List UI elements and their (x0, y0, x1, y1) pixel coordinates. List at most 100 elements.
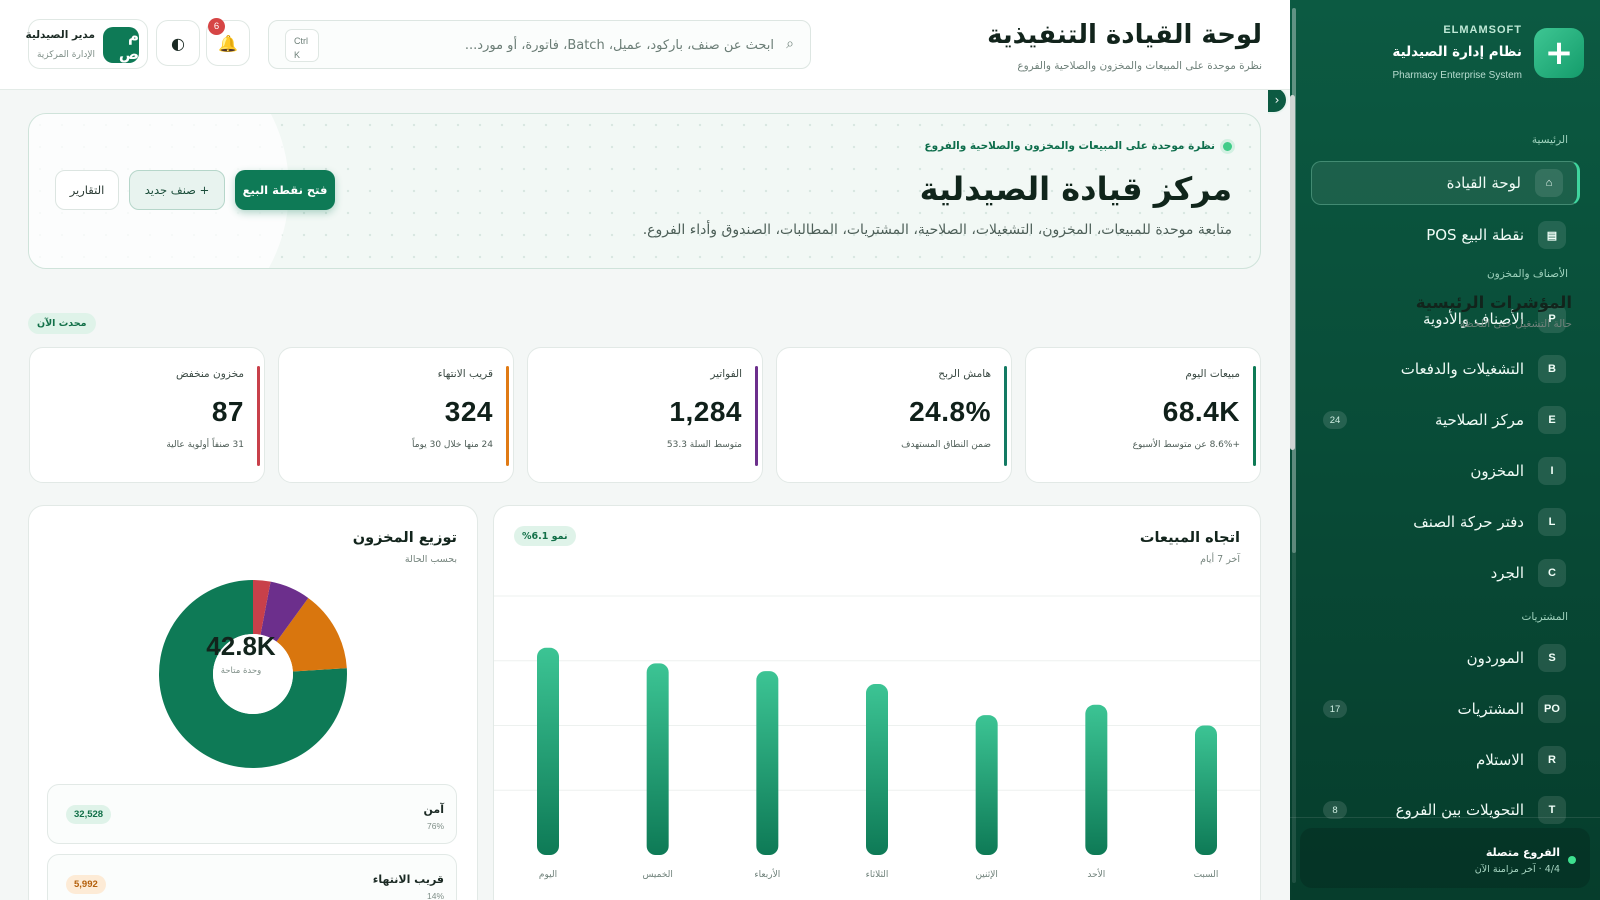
sidebar-item-inventory[interactable]: I المخزون (1311, 449, 1580, 493)
search-placeholder: ابحث عن صنف، باركود، عميل، Batch، فاتورة… (464, 38, 774, 53)
hero-title: مركز قيادة الصيدلية (919, 170, 1232, 208)
legend-value: 32,528 (66, 805, 112, 824)
branch-status: الفروع متصلة 4/4 · آخر مزامنة الآن (1300, 828, 1590, 888)
sidebar-divider (1290, 817, 1600, 818)
donut-total-label: وحدة متاحة (220, 666, 262, 676)
legend-item[interactable]: قريب الانتهاء 14% 5,992 (47, 854, 457, 900)
branch-status-title: الفروع متصلة (1485, 846, 1560, 859)
register-icon: ▤ (1538, 221, 1566, 249)
sidebar-item-label: دفتر حركة الصنف (1413, 513, 1524, 531)
sidebar-section-purchases: المشتريات (1521, 611, 1568, 623)
hero-chip: نظرة موحدة على المبيعات والمخزون والصلاح… (924, 140, 1232, 152)
bar-2 (1085, 704, 1108, 855)
kpi-subtext: ضمن النطاق المستهدف (901, 440, 991, 450)
sidebar-item-purchases[interactable]: PO المشتريات 17 (1311, 687, 1580, 731)
sidebar-item-batches[interactable]: B التشغيلات والدفعات (1311, 347, 1580, 391)
bar-3 (975, 715, 998, 855)
chevron-left-icon[interactable]: ‹ (1268, 86, 1288, 114)
kpi-subtext: 24 منها خلال 30 يوماً (412, 440, 493, 450)
donut-center: 42.8K وحدة متاحة (181, 631, 301, 711)
sidebar-item-transfers[interactable]: T التحويلات بين الفروع 8 (1311, 788, 1580, 832)
notifications-button[interactable]: 🔔 6 (206, 18, 250, 66)
hero-description: متابعة موحدة للمبيعات، المخزون، التشغيلا… (642, 222, 1232, 238)
sidebar-item-suppliers[interactable]: S الموردون (1311, 636, 1580, 680)
sidebar-item-label: المشتريات (1457, 700, 1524, 718)
search-input[interactable]: ⌕ ابحث عن صنف، باركود، عميل، Batch، فاتو… (268, 20, 811, 69)
main-scrollbar[interactable] (1290, 95, 1295, 450)
kpi-accent (257, 366, 260, 466)
kpi-card-margin[interactable]: هامش الربح 24.8% ضمن النطاق المستهدف (776, 347, 1012, 483)
ledger-icon: L (1538, 508, 1566, 536)
status-dot-icon (1223, 141, 1232, 151)
kpi-card-invoices[interactable]: الفواتير 1,284 متوسط السلة 53.3 (527, 347, 763, 483)
plus-cross-icon: + (1534, 28, 1584, 78)
x-tick-label: الأربعاء (754, 868, 780, 880)
open-pos-button[interactable]: فتح نقطة البيع (235, 170, 335, 210)
kpi-value: 68.4K (1162, 396, 1240, 427)
count-badge: 24 (1323, 411, 1347, 429)
new-product-button[interactable]: + صنف جديد (129, 170, 225, 210)
kpi-label: هامش الربح (938, 368, 991, 380)
sidebar-item-label: الموردون (1466, 649, 1524, 667)
expiry-icon: E (1538, 406, 1566, 434)
reports-button[interactable]: التقارير (55, 170, 119, 210)
x-tick-label: الثلاثاء (866, 870, 889, 880)
sidebar-item-expiry[interactable]: E مركز الصلاحية 24 (1311, 398, 1580, 442)
brand: + ELMAMSOFT نظام إدارة الصيدلية Pharmacy… (1302, 20, 1584, 88)
legend-item[interactable]: آمن 76% 32,528 (47, 784, 457, 844)
search-icon: ⌕ (786, 36, 794, 52)
avatar: م ص (103, 27, 139, 63)
x-tick-label: الإثنين (975, 870, 997, 880)
sidebar-item-ledger[interactable]: L دفتر حركة الصنف (1311, 500, 1580, 544)
hero-chip-text: نظرة موحدة على المبيعات والمخزون والصلاح… (924, 140, 1215, 152)
contrast-icon: ◐ (171, 33, 185, 53)
status-badge: محدث الآن (28, 313, 96, 334)
kpi-label: قريب الانتهاء (437, 368, 493, 380)
kpi-label: مخزون منخفض (175, 368, 244, 380)
stock-distribution-card: توزيع المخزون بحسب الحالة 42.8K وحدة متا… (28, 505, 478, 900)
sidebar-item-label: لوحة القيادة (1446, 174, 1521, 192)
theme-toggle-button[interactable]: ◐ (156, 20, 200, 66)
sidebar-item-label: التشغيلات والدفعات (1400, 360, 1524, 378)
bell-icon: 🔔 (218, 33, 238, 53)
bar-4 (866, 684, 888, 855)
donut-total: 42.8K (206, 631, 276, 661)
kpi-section-subtitle: حالة التشغيل حتى اللحظة (1459, 318, 1572, 330)
kpi-subtext: 31 صنفاً أولوية عالية (166, 440, 244, 450)
bar-7 (537, 647, 559, 855)
sidebar-item-dashboard[interactable]: ⌂ لوحة القيادة (1311, 161, 1580, 205)
sidebar-item-stocktake[interactable]: C الجرد (1311, 551, 1580, 595)
kpi-accent (1253, 366, 1256, 466)
sidebar-item-label: الاستلام (1475, 751, 1524, 769)
kpi-card-near-expiry[interactable]: قريب الانتهاء 324 24 منها خلال 30 يوماً (278, 347, 514, 483)
sidebar-item-label: مركز الصلاحية (1434, 411, 1524, 429)
batches-icon: B (1538, 355, 1566, 383)
shortcut-key-ctrl: Ctrl (294, 36, 308, 46)
sidebar-section-inventory: الأصناف والمخزون (1486, 268, 1568, 280)
brand-subtitle: Pharmacy Enterprise System (1392, 70, 1523, 81)
hero-banner: نظرة موحدة على المبيعات والمخزون والصلاح… (28, 113, 1261, 269)
purchase-order-icon: PO (1538, 695, 1566, 723)
bar-5 (756, 671, 779, 855)
sidebar: + ELMAMSOFT نظام إدارة الصيدلية Pharmacy… (1290, 0, 1600, 900)
kpi-subtext: متوسط السلة 53.3 (666, 440, 742, 450)
kpi-value: 87 (211, 396, 244, 427)
page-title: لوحة القيادة التنفيذية (987, 20, 1262, 50)
x-tick-label: الخميس (642, 870, 672, 880)
kpi-accent (1004, 366, 1007, 466)
brand-company: ELMAMSOFT (1443, 24, 1522, 36)
stocktake-icon: C (1538, 559, 1566, 587)
sidebar-item-label: نقطة البيع POS (1426, 226, 1524, 244)
kpi-label: الفواتير (710, 368, 742, 380)
kpi-value: 324 (444, 396, 493, 427)
page-subtitle: نظرة موحدة على المبيعات والمخزون والصلاح… (1017, 60, 1262, 72)
user-menu[interactable]: م ص مدير الصيدلية الإدارة المركزية (25, 19, 148, 69)
kpi-card-sales[interactable]: مبيعات اليوم 68.4K +8.6% عن متوسط الأسبو… (1025, 347, 1261, 483)
kpi-value: 24.8% (909, 396, 991, 427)
bar-6 (646, 663, 669, 855)
kpi-card-low-stock[interactable]: مخزون منخفض 87 31 صنفاً أولوية عالية (29, 347, 265, 483)
sidebar-item-receiving[interactable]: R الاستلام (1311, 738, 1580, 782)
notification-count-badge: 6 (208, 18, 225, 35)
legend-name: آمن (423, 803, 444, 816)
sidebar-item-pos[interactable]: ▤ نقطة البيع POS (1311, 213, 1580, 257)
